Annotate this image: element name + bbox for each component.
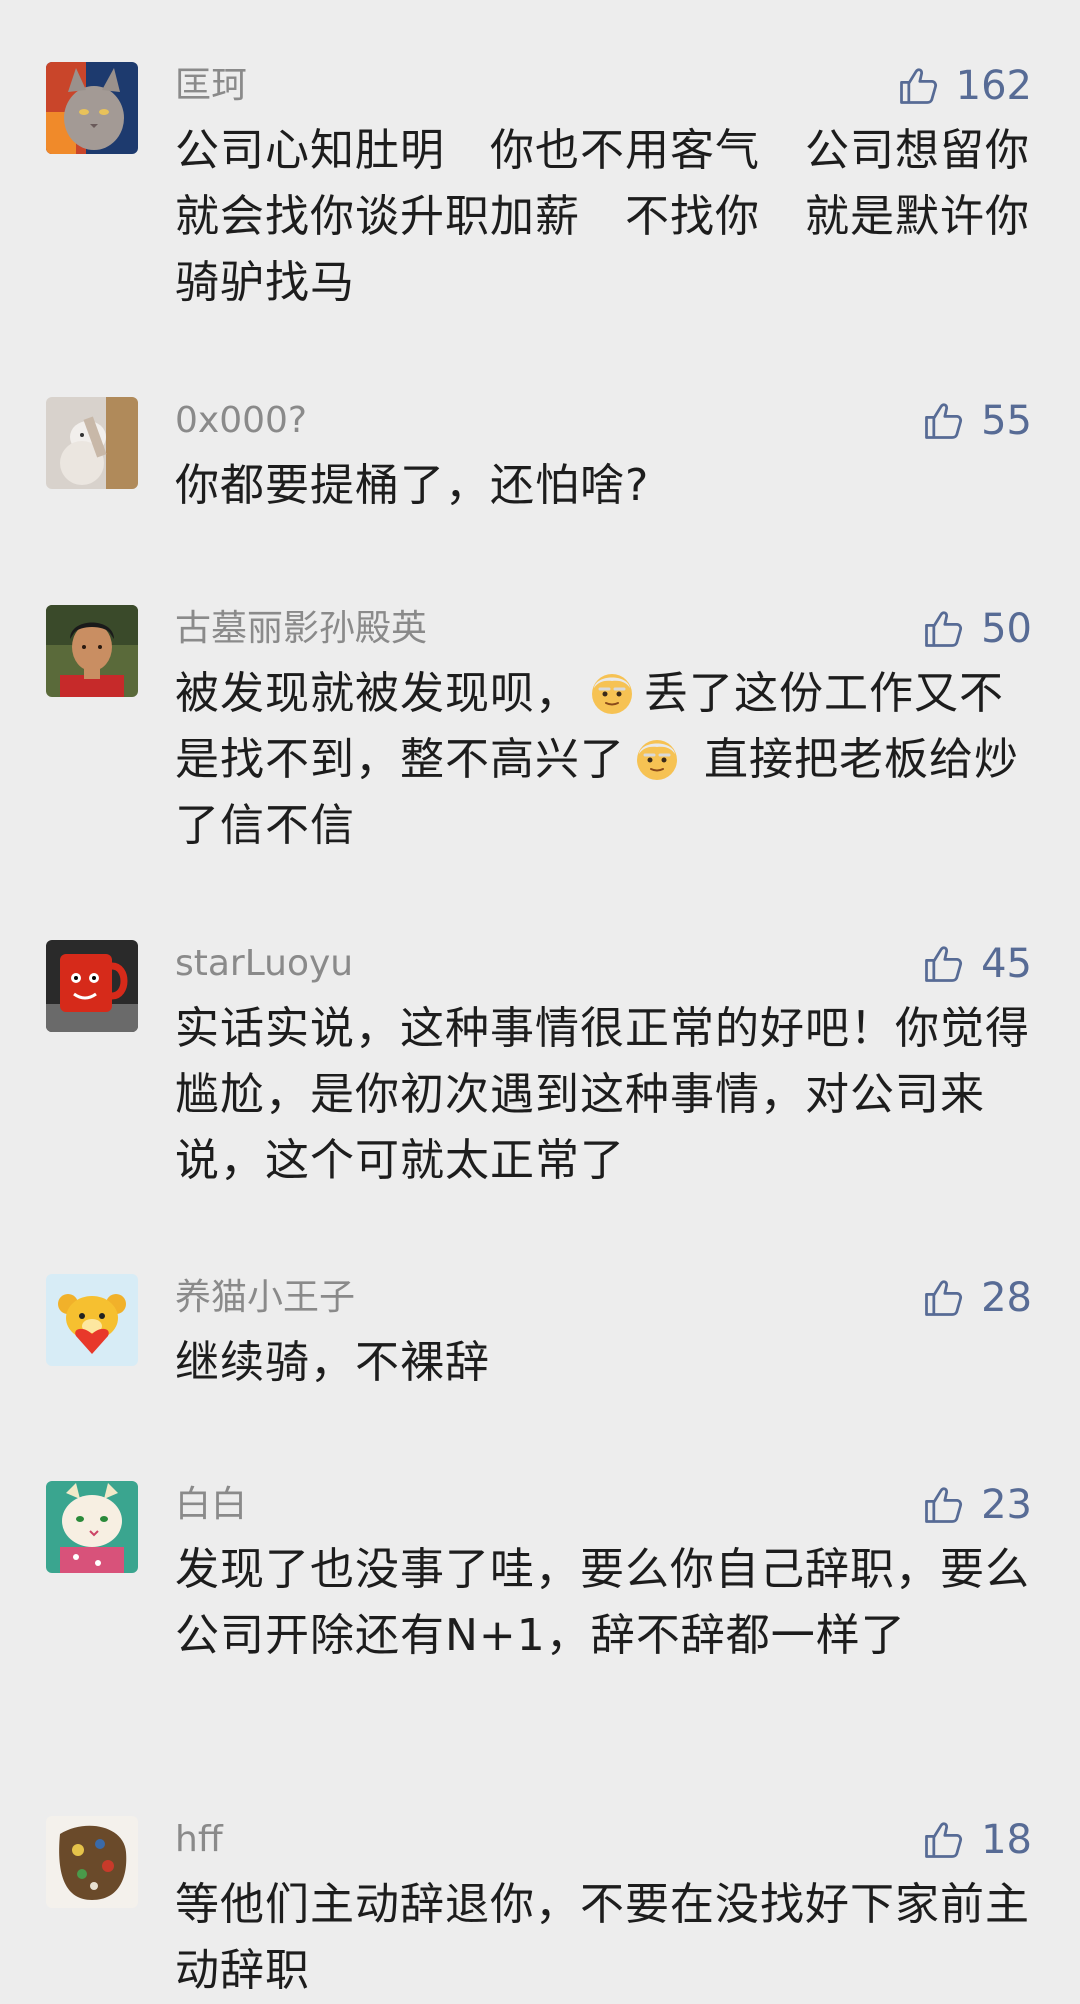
like-button[interactable]: 55	[921, 397, 1032, 445]
like-count: 45	[981, 941, 1032, 987]
comment-username[interactable]: 养猫小王子	[175, 1276, 355, 1320]
cat-avatar[interactable]	[46, 62, 138, 154]
bear-avatar[interactable]	[46, 1274, 138, 1366]
red-mug-avatar[interactable]	[46, 940, 138, 1032]
comment-text: 你都要提桶了，还怕啥?	[175, 460, 650, 511]
comment-username[interactable]: hff	[175, 1818, 223, 1862]
like-count: 50	[981, 606, 1032, 652]
thumbs-up-icon	[921, 942, 965, 986]
like-count: 23	[981, 1482, 1032, 1528]
like-button[interactable]: 162	[896, 62, 1032, 110]
comment-text: 等他们主动辞退你，不要在没找好下家前主动辞职	[175, 1879, 1030, 1996]
thumbs-up-icon	[896, 64, 940, 108]
comment-text: 公司心知肚明 你也不用客气 公司想留你 就会找你谈升职加薪 不找你 就是默许你骑…	[175, 125, 1075, 308]
comment-text: 实话实说，这种事情很正常的好吧！你觉得尴尬，是你初次遇到这种事情，对公司来说，这…	[175, 1003, 1030, 1186]
painting-avatar[interactable]	[46, 1816, 138, 1908]
like-count: 162	[955, 63, 1032, 109]
comment-username[interactable]: 0x000?	[175, 399, 307, 443]
thumbs-up-icon	[921, 1483, 965, 1527]
like-button[interactable]: 50	[921, 605, 1032, 653]
like-count: 55	[981, 398, 1032, 444]
thumbs-up-icon	[921, 399, 965, 443]
comment-username[interactable]: 匡珂	[175, 64, 247, 108]
comment-username[interactable]: 古墓丽影孙殿英	[175, 607, 427, 651]
like-button[interactable]: 23	[921, 1481, 1032, 1529]
thumbs-up-icon	[921, 1818, 965, 1862]
thumbs-up-icon	[921, 607, 965, 651]
like-button[interactable]: 18	[921, 1816, 1032, 1864]
like-count: 28	[981, 1275, 1032, 1321]
comment-text-part: 被发现就被发现呗，	[175, 668, 580, 719]
thumbs-up-icon	[921, 1276, 965, 1320]
man-portrait-avatar[interactable]	[46, 605, 138, 697]
cat-photo-avatar[interactable]	[46, 397, 138, 489]
comment-username[interactable]: starLuoyu	[175, 942, 353, 986]
old-man-emoji-icon	[586, 666, 638, 718]
comment-username[interactable]: 白白	[175, 1483, 247, 1527]
like-count: 18	[981, 1817, 1032, 1863]
like-button[interactable]: 28	[921, 1274, 1032, 1322]
comment-text: 继续骑，不裸辞	[175, 1337, 490, 1388]
cartoon-cat-avatar[interactable]	[46, 1481, 138, 1573]
like-button[interactable]: 45	[921, 940, 1032, 988]
old-man-emoji-icon	[631, 732, 683, 784]
comment-text: 发现了也没事了哇，要么你自己辞职，要么公司开除还有N+1，辞不辞都一样了	[175, 1544, 1030, 1661]
comment-text: 被发现就被发现呗， 丢了这份工作又不是找不到，整不高兴了 直接把老板给炒了信不信	[175, 661, 1035, 859]
